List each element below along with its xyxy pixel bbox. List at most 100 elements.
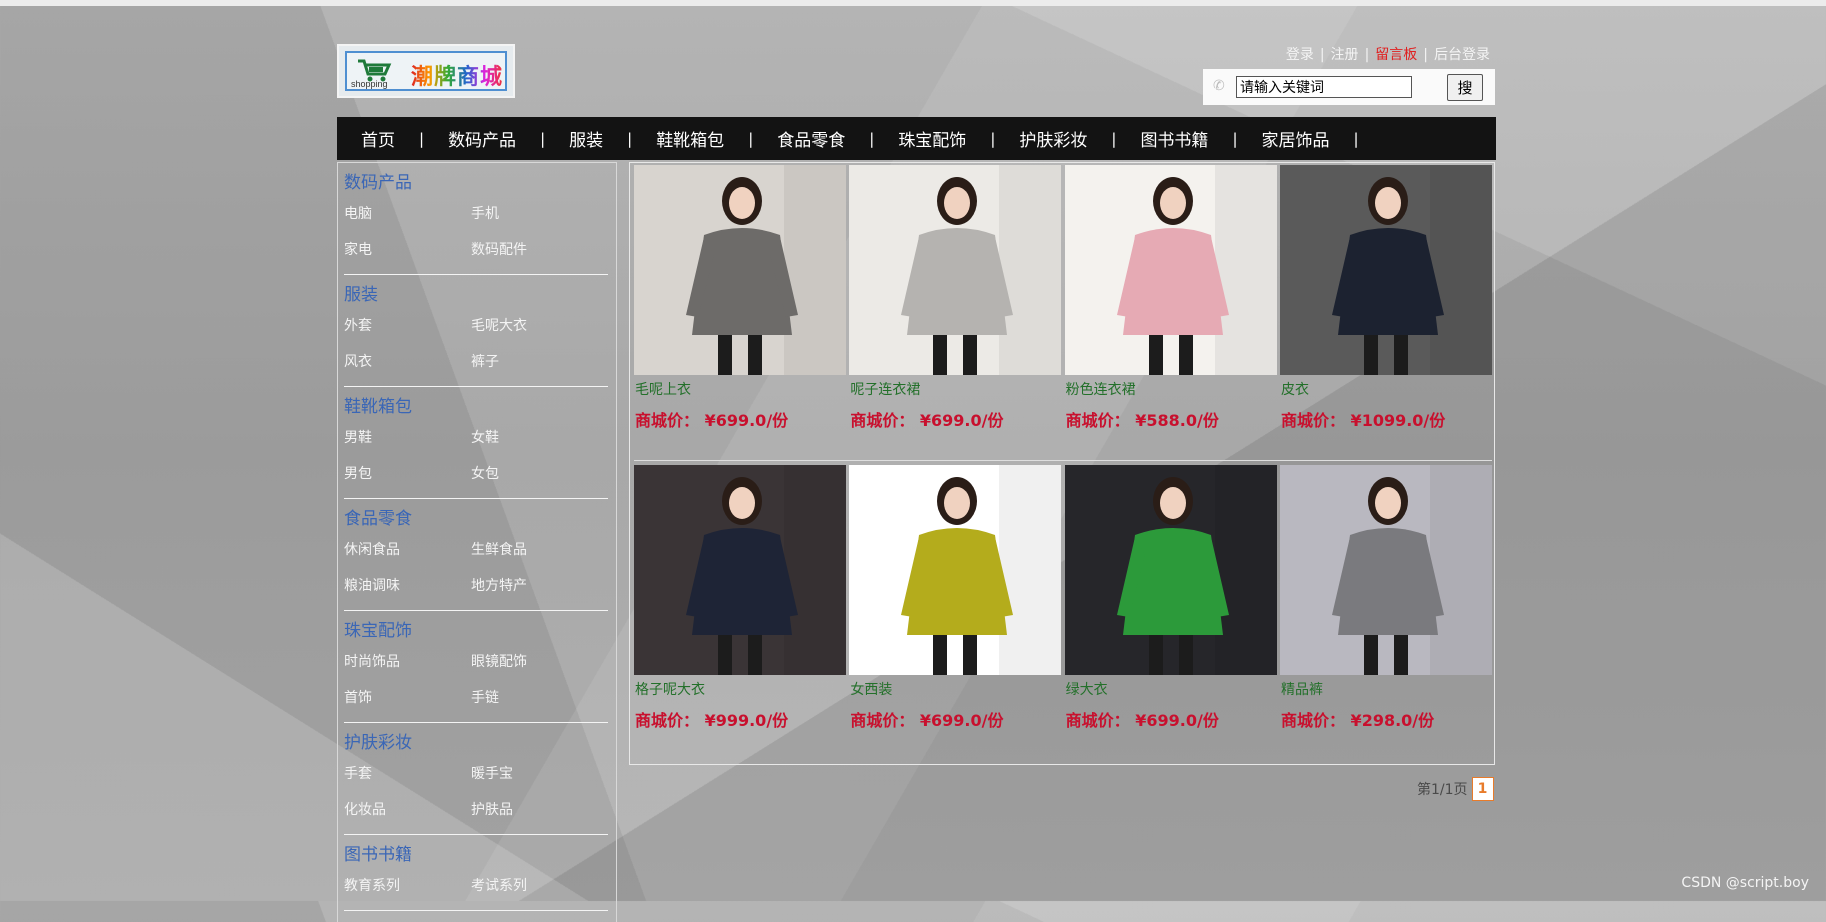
subcategory-link[interactable]: 护肤品	[471, 792, 598, 828]
product-card[interactable]: 呢子连衣裙 商城价： ¥699.0/份	[849, 165, 1062, 460]
subcategory-link[interactable]: 风衣	[344, 344, 471, 380]
product-image[interactable]	[634, 465, 846, 675]
subcategory-link[interactable]: 首饰	[344, 680, 471, 716]
subcategory-list: 休闲食品 生鲜食品 粮油调味 地方特产	[344, 532, 608, 604]
logo-small-text: shopping	[351, 79, 388, 89]
product-image[interactable]	[849, 165, 1062, 375]
product-card[interactable]: 皮衣商城价： ¥1099.0/份	[1279, 165, 1492, 460]
nav-item-label: 护肤彩妆	[1019, 131, 1088, 151]
category-title[interactable]: 护肤彩妆	[344, 723, 608, 756]
product-image[interactable]	[634, 165, 846, 375]
category-title[interactable]: 服装	[344, 275, 608, 308]
subcategory-link[interactable]: 毛呢大衣	[471, 308, 598, 344]
subcategory-link[interactable]: 手机	[471, 196, 598, 232]
subcategory-link[interactable]: 地方特产	[471, 568, 598, 604]
product-card[interactable]: 精品裤 商城价： ¥298.0/份	[1279, 465, 1492, 760]
product-photo-figure	[634, 465, 846, 675]
nav-item[interactable]: 食品零食 |	[753, 126, 874, 152]
nav-item[interactable]: 珠宝配饰 |	[874, 126, 995, 152]
product-name[interactable]: 粉色连衣裙	[1066, 379, 1136, 399]
subcategory-link[interactable]: 男鞋	[344, 420, 471, 456]
search-box: ✆ 搜	[1203, 69, 1495, 105]
nav-item[interactable]: 数码产品 |	[424, 126, 545, 152]
product-name[interactable]: 呢子连衣裙	[850, 379, 920, 399]
admin-login-link[interactable]: 后台登录	[1434, 47, 1490, 63]
logo-frame: shopping 潮牌商城	[345, 51, 507, 91]
product-name[interactable]: 皮衣	[1281, 379, 1309, 399]
product-image[interactable]	[1279, 165, 1492, 375]
category-group: 鞋靴箱包 男鞋 女鞋 男包 女包	[344, 387, 608, 499]
product-name[interactable]: 绿大衣	[1066, 679, 1108, 699]
product-grid: 毛呢上衣 商城价： ¥699.0/份 呢子连衣裙 商城价： ¥699.0/份 粉色连衣裙…	[629, 162, 1495, 765]
subcategory-link[interactable]: 男包	[344, 456, 471, 492]
product-image[interactable]	[849, 465, 1062, 675]
subcategory-list: 时尚饰品 眼镜配饰 首饰 手链	[344, 644, 608, 716]
category-title[interactable]: 鞋靴箱包	[344, 387, 608, 420]
register-link[interactable]: 注册	[1331, 47, 1359, 63]
subcategory-link[interactable]: 女包	[471, 456, 598, 492]
subcategory-link[interactable]: 暖手宝	[471, 756, 598, 792]
main-nav: 首页 | 数码产品 | 服装 | 鞋靴箱包 | 食品零食 | 珠宝配饰 | 护肤彩妆 | 图书书籍 | 家居饰品…	[337, 117, 1496, 160]
product-name[interactable]: 毛呢上衣	[635, 379, 691, 399]
watermark: CSDN @script.boy	[1681, 875, 1809, 891]
product-image[interactable]	[1279, 465, 1492, 675]
top-links: 登录 | 注册 | 留言板 | 后台登录	[1286, 44, 1490, 64]
site-logo[interactable]: shopping 潮牌商城	[337, 44, 515, 98]
product-image[interactable]	[1064, 465, 1277, 675]
product-card[interactable]: 毛呢上衣 商城价： ¥699.0/份	[634, 165, 846, 460]
category-group: 图书书籍 教育系列 考试系列	[344, 835, 608, 911]
subcategory-link[interactable]: 生鲜食品	[471, 532, 598, 568]
nav-item-label: 珠宝配饰	[898, 131, 967, 151]
product-name[interactable]: 精品裤	[1281, 679, 1323, 699]
nav-item[interactable]: 家居饰品 |	[1238, 126, 1359, 152]
subcategory-link[interactable]: 化妆品	[344, 792, 471, 828]
category-title[interactable]: 珠宝配饰	[344, 611, 608, 644]
subcategory-link[interactable]: 眼镜配饰	[471, 644, 598, 680]
subcategory-list: 男鞋 女鞋 男包 女包	[344, 420, 608, 492]
category-title[interactable]: 食品零食	[344, 499, 608, 532]
subcategory-list: 外套 毛呢大衣 风衣 裤子	[344, 308, 608, 380]
product-name[interactable]: 格子呢大衣	[635, 679, 705, 699]
product-name[interactable]: 女西装	[850, 679, 892, 699]
subcategory-link[interactable]: 家电	[344, 232, 471, 268]
subcategory-link[interactable]: 裤子	[471, 344, 598, 380]
subcategory-link[interactable]: 电脑	[344, 196, 471, 232]
nav-item[interactable]: 图书书籍 |	[1116, 126, 1237, 152]
page-button-current[interactable]: 1	[1471, 777, 1494, 801]
product-price: 商城价： ¥699.0/份	[1065, 711, 1219, 730]
search-button[interactable]: 搜	[1447, 74, 1483, 101]
subcategory-link[interactable]: 手套	[344, 756, 471, 792]
subcategory-link[interactable]: 休闲食品	[344, 532, 471, 568]
product-image[interactable]	[1064, 165, 1277, 375]
nav-item-label: 图书书籍	[1140, 131, 1209, 151]
category-title[interactable]: 图书书籍	[344, 835, 608, 868]
subcategory-link[interactable]: 外套	[344, 308, 471, 344]
product-photo-figure	[1279, 165, 1492, 375]
subcategory-link[interactable]: 粮油调味	[344, 568, 471, 604]
nav-item-label: 食品零食	[777, 131, 846, 151]
subcategory-link[interactable]: 手链	[471, 680, 598, 716]
product-card[interactable]: 女西装商城价： ¥699.0/份	[849, 465, 1062, 760]
subcategory-link[interactable]: 数码配件	[471, 232, 598, 268]
product-photo-figure	[1064, 165, 1277, 375]
login-link[interactable]: 登录	[1286, 47, 1314, 63]
product-price: 商城价： ¥1099.0/份	[1280, 411, 1446, 430]
nav-item[interactable]: 鞋靴箱包 |	[632, 126, 753, 152]
product-price: 商城价： ¥999.0/份	[635, 711, 789, 730]
subcategory-link[interactable]: 考试系列	[471, 868, 598, 904]
subcategory-link[interactable]: 时尚饰品	[344, 644, 471, 680]
product-photo-figure	[634, 165, 846, 375]
subcategory-link[interactable]: 教育系列	[344, 868, 471, 904]
subcategory-link[interactable]: 女鞋	[471, 420, 598, 456]
product-card[interactable]: 格子呢大衣商城价： ¥999.0/份	[634, 465, 846, 760]
search-input[interactable]	[1236, 76, 1412, 98]
product-card[interactable]: 粉色连衣裙 商城价： ¥588.0/份	[1064, 165, 1277, 460]
product-price: 商城价： ¥699.0/份	[850, 711, 1004, 730]
nav-item[interactable]: 首页 |	[337, 126, 424, 152]
subcategory-list: 教育系列 考试系列	[344, 868, 608, 904]
message-board-link[interactable]: 留言板	[1375, 47, 1417, 63]
nav-item[interactable]: 护肤彩妆 |	[995, 126, 1116, 152]
category-title[interactable]: 数码产品	[344, 163, 608, 196]
nav-item[interactable]: 服装 |	[545, 126, 632, 152]
product-card[interactable]: 绿大衣商城价： ¥699.0/份	[1064, 465, 1277, 760]
